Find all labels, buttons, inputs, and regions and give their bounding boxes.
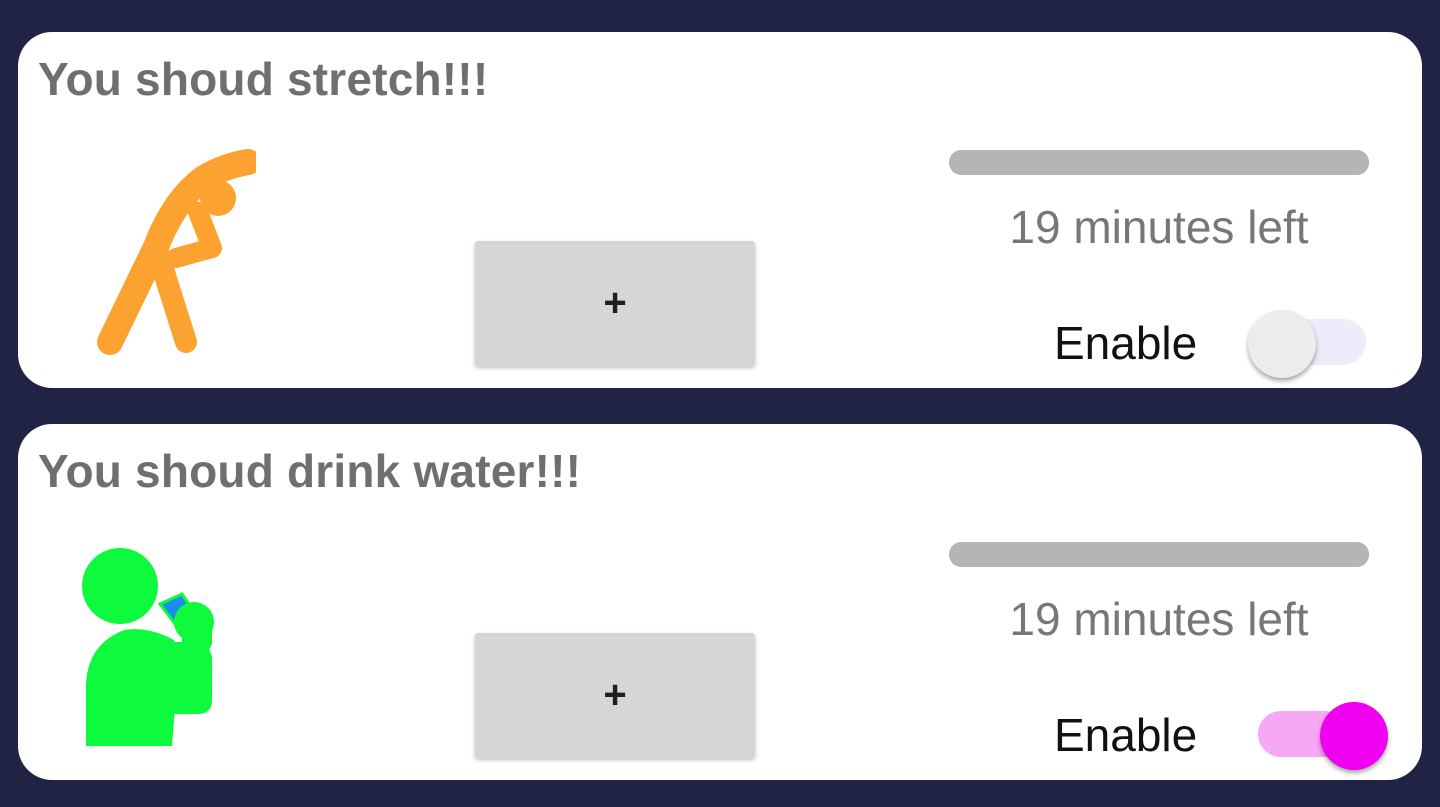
reminder-title: You shoud stretch!!! [38, 53, 489, 105]
timer-progress-bar [949, 542, 1369, 567]
stretch-person-icon [76, 142, 256, 357]
reminder-card-water: You shoud drink water!!! + 19 minutes le… [18, 424, 1422, 780]
timer-progress-fill [949, 542, 1369, 567]
reminder-title: You shoud drink water!!! [38, 445, 582, 497]
reminder-card-stretch: You shoud stretch!!! + 19 minutes left E… [18, 32, 1422, 388]
enable-switch[interactable] [1240, 310, 1380, 378]
timer-progress-bar [949, 150, 1369, 175]
add-time-button[interactable]: + [475, 633, 755, 758]
add-time-button[interactable]: + [475, 241, 755, 366]
switch-thumb[interactable] [1248, 310, 1316, 378]
switch-thumb[interactable] [1320, 702, 1388, 770]
time-left-text: 19 minutes left [1009, 593, 1309, 645]
enable-label: Enable [1054, 709, 1198, 761]
enable-switch[interactable] [1240, 702, 1388, 770]
enable-label: Enable [1054, 317, 1198, 369]
time-left-text: 19 minutes left [1009, 201, 1309, 253]
drinking-water-person-icon [76, 534, 256, 749]
timer-progress-fill [949, 150, 1369, 175]
